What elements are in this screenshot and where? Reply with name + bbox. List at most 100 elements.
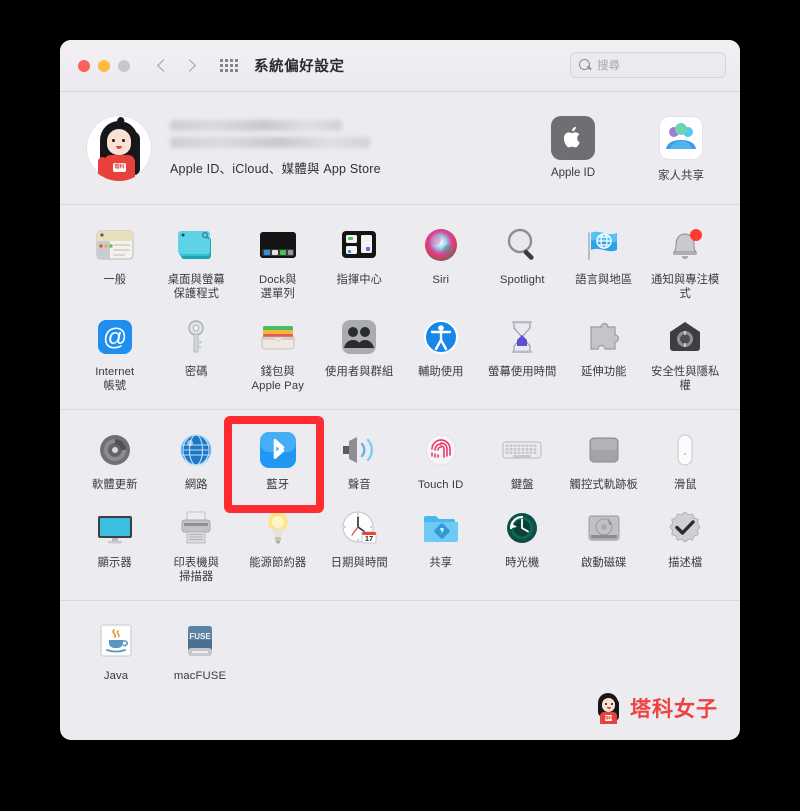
energy-saver-bulb-icon [256, 506, 300, 550]
pref-passwords-label: 密碼 [184, 366, 208, 378]
pref-keyboard[interactable]: 鍵盤 [483, 424, 563, 492]
pref-date-time-label: 日期與時間 [330, 557, 388, 569]
minimize-button[interactable] [98, 59, 110, 72]
pref-trackpad[interactable]: 觸控式軌跡板 [564, 424, 644, 492]
startup-disk-icon [582, 506, 626, 550]
pref-printers-scanners-label: 印表機與 掃描器 [173, 557, 220, 583]
pref-network[interactable]: 網路 [157, 424, 237, 492]
account-name-blurred-line-2 [170, 136, 370, 148]
pref-users-groups-label: 使用者與群組 [325, 366, 394, 378]
pref-software-update[interactable]: 軟體更新 [75, 424, 155, 492]
pref-extensions[interactable]: 延伸功能 [564, 311, 644, 393]
date-time-clock-icon: 17 [337, 506, 381, 550]
sound-speaker-icon [337, 428, 381, 472]
zoom-button[interactable] [118, 59, 130, 72]
pref-bluetooth[interactable]: 藍牙 [238, 424, 318, 492]
section-personal: 一般 桌面與螢幕 保護程式 Dock與 選單列 指揮中心 Siri Spotli… [60, 205, 740, 410]
fuse-icon-text: FUSE [189, 632, 211, 641]
apple-id-row[interactable]: 理科 Apple ID、iCloud、媒體與 App Store Apple I… [60, 92, 740, 205]
preferences-pane: 一般 桌面與螢幕 保護程式 Dock與 選單列 指揮中心 Siri Spotli… [60, 205, 740, 699]
pref-spotlight[interactable]: Spotlight [483, 219, 563, 301]
search-placeholder: 搜尋 [597, 60, 620, 72]
apple-logo-icon [551, 116, 595, 160]
pref-profiles[interactable]: 描述檔 [646, 502, 726, 584]
screen: 系統偏好設定 搜尋 理科 Apple ID、iCloud、媒體與 App Sto… [0, 0, 800, 811]
pref-siri[interactable]: Siri [401, 219, 481, 301]
pref-desktop-screensaver-label: 桌面與螢幕 保護程式 [167, 274, 225, 300]
pref-java[interactable]: Java [75, 615, 157, 683]
touch-id-icon [419, 428, 463, 472]
general-icon [93, 223, 137, 267]
pref-language-region-label: 語言與地區 [575, 274, 633, 286]
security-privacy-icon [663, 315, 707, 359]
pref-sound[interactable]: 聲音 [320, 424, 400, 492]
pref-mouse-label: 滑鼠 [673, 479, 697, 491]
pref-family-sharing[interactable]: 家人共享 [644, 116, 718, 183]
pref-network-label: 網路 [184, 479, 208, 491]
pref-row: Java FUSE macFUSE [74, 615, 726, 693]
keyboard-icon [500, 428, 544, 472]
system-preferences-window: 系統偏好設定 搜尋 理科 Apple ID、iCloud、媒體與 App Sto… [60, 40, 740, 740]
dock-menubar-icon [256, 223, 300, 267]
pref-accessibility[interactable]: 輔助使用 [401, 311, 481, 393]
passwords-key-icon [174, 315, 218, 359]
pref-energy-saver-label: 能源節約器 [249, 557, 307, 569]
pref-users-groups[interactable]: 使用者與群組 [320, 311, 400, 393]
pref-security-privacy-label: 安全性與隱私權 [651, 366, 720, 392]
pref-apple-id[interactable]: Apple ID [536, 116, 610, 183]
pref-screen-time[interactable]: 螢幕使用時間 [483, 311, 563, 393]
pref-passwords[interactable]: 密碼 [157, 311, 237, 393]
watermark-shirt-text: 理科 [605, 715, 612, 721]
pref-keyboard-label: 鍵盤 [510, 479, 534, 491]
pref-displays[interactable]: 顯示器 [75, 502, 155, 584]
pref-mouse[interactable]: 滑鼠 [646, 424, 726, 492]
pref-security-privacy[interactable]: 安全性與隱私權 [646, 311, 726, 393]
search-icon [579, 58, 592, 72]
pref-time-machine[interactable]: 時光機 [483, 502, 563, 584]
time-machine-icon [500, 506, 544, 550]
extensions-puzzle-icon [582, 315, 626, 359]
pref-startup-disk[interactable]: 啟動磁碟 [564, 502, 644, 584]
pref-sharing[interactable]: 共享 [401, 502, 481, 584]
pref-printers-scanners[interactable]: 印表機與 掃描器 [157, 502, 237, 584]
pref-displays-label: 顯示器 [97, 557, 132, 569]
avatar-face [107, 129, 131, 155]
mission-control-icon [337, 223, 381, 267]
forward-icon[interactable] [184, 59, 198, 73]
watermark-eye-left [605, 703, 607, 705]
bluetooth-icon [256, 428, 300, 472]
page-title: 系統偏好設定 [254, 59, 345, 75]
pref-software-update-label: 軟體更新 [91, 479, 138, 491]
pref-internet-accounts-label: Internet 帳號 [95, 366, 135, 392]
avatar[interactable]: 理科 [86, 115, 152, 181]
pref-notifications-focus[interactable]: 通知與專注模式 [646, 219, 726, 301]
apple-id-tiles: Apple ID 家人共享 [536, 116, 718, 183]
pref-internet-accounts[interactable]: @ Internet 帳號 [75, 311, 155, 393]
pref-general[interactable]: 一般 [75, 219, 155, 301]
software-update-icon [93, 428, 137, 472]
watermark-face [602, 698, 615, 712]
pref-apple-id-label: Apple ID [550, 167, 596, 179]
pref-java-label: Java [103, 670, 129, 682]
pref-dock-menubar-label: Dock與 選單列 [258, 274, 297, 300]
pref-language-region[interactable]: 語言與地區 [564, 219, 644, 301]
show-all-grid-icon[interactable] [220, 59, 238, 72]
pref-mission-control[interactable]: 指揮中心 [320, 219, 400, 301]
pref-wallet-applepay[interactable]: 錢包與 Apple Pay [238, 311, 318, 393]
pref-row: 一般 桌面與螢幕 保護程式 Dock與 選單列 指揮中心 Siri Spotli… [74, 219, 726, 311]
avatar-arm [98, 157, 107, 177]
apple-id-subtitle: Apple ID、iCloud、媒體與 App Store [170, 161, 381, 176]
pref-macfuse[interactable]: FUSE macFUSE [159, 615, 241, 683]
pref-time-machine-label: 時光機 [505, 557, 540, 569]
pref-touch-id[interactable]: Touch ID [401, 424, 481, 492]
pref-desktop-screensaver[interactable]: 桌面與螢幕 保護程式 [157, 219, 237, 301]
close-button[interactable] [78, 59, 90, 72]
pref-energy-saver[interactable]: 能源節約器 [238, 502, 318, 584]
back-icon[interactable] [156, 59, 170, 73]
svg-text:@: @ [103, 324, 127, 351]
pref-date-time[interactable]: 17 日期與時間 [320, 502, 400, 584]
pref-sharing-label: 共享 [429, 557, 453, 569]
search-field[interactable]: 搜尋 [570, 52, 726, 78]
network-globe-icon [174, 428, 218, 472]
pref-dock-menubar[interactable]: Dock與 選單列 [238, 219, 318, 301]
